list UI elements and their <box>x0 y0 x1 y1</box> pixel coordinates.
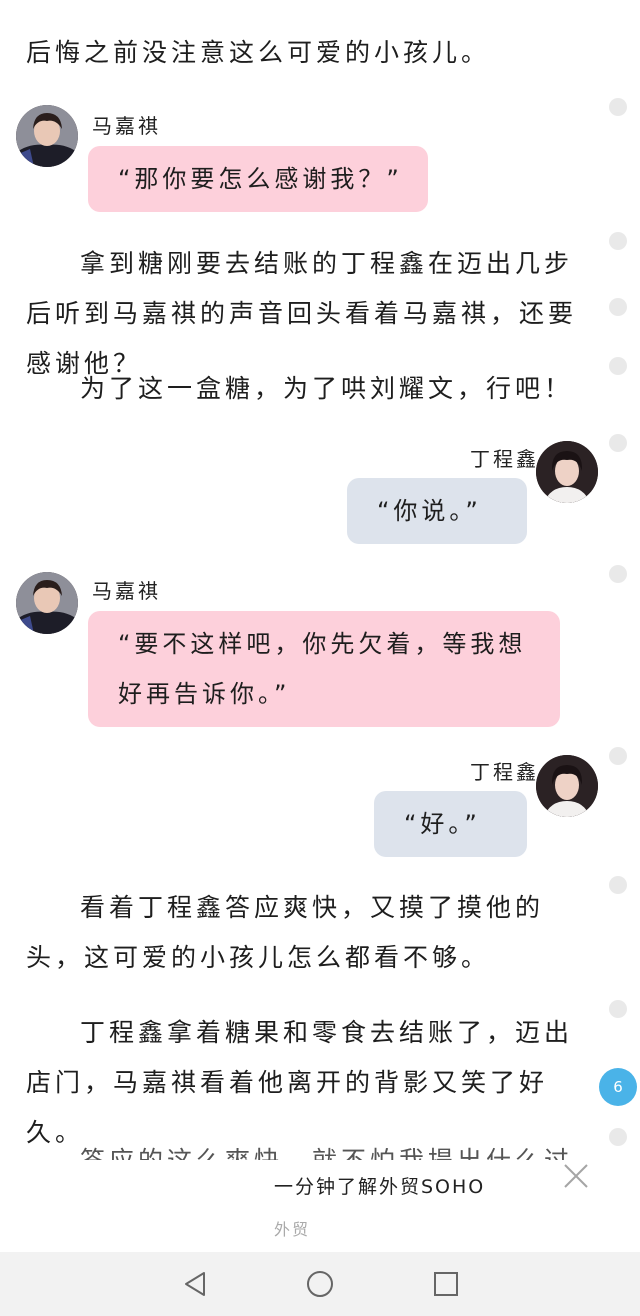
story-paragraph: 看着丁程鑫答应爽快，又摸了摸他的头，这可爱的小孩儿怎么都看不够。 <box>26 893 545 972</box>
chat-bubble-text: 好再告诉你。” <box>118 680 291 708</box>
paragraph-comment-dot[interactable] <box>609 876 627 894</box>
paragraph-comment-dot[interactable] <box>609 434 627 452</box>
sender-name: 丁程鑫 <box>470 760 539 784</box>
story-paragraph: 后悔之前没注意这么可爱的小孩儿。 <box>26 38 491 67</box>
recents-square-icon[interactable] <box>430 1268 462 1300</box>
chat-bubble-text: “好。” <box>404 810 481 838</box>
story-paragraph: 为了这一盒糖，为了哄刘耀文，行吧！ <box>80 374 574 403</box>
paragraph-comment-dot[interactable] <box>609 98 627 116</box>
ad-banner[interactable]: 一分钟了解外贸SOHO 外贸 <box>0 1160 640 1252</box>
paragraph-comment-dot[interactable] <box>609 565 627 583</box>
ad-tag: 外贸 <box>274 1220 311 1239</box>
paragraph-comment-dot[interactable] <box>609 747 627 765</box>
comment-count-badge[interactable]: 6 <box>599 1068 637 1106</box>
sender-name: 马嘉祺 <box>92 114 161 138</box>
paragraph-comment-dot[interactable] <box>609 232 627 250</box>
chat-bubble-text: “要不这样吧，你先欠着，等我想 <box>118 630 527 658</box>
chat-bubble-ding-chengxin: “你说。” <box>347 478 527 544</box>
system-navigation-bar <box>0 1252 640 1316</box>
avatar-ma-jiaqi[interactable] <box>16 105 78 167</box>
chat-bubble-ma-jiaqi: “那你要怎么感谢我？” <box>88 146 428 212</box>
paragraph-comment-dot[interactable] <box>609 1128 627 1146</box>
avatar-image <box>16 572 78 634</box>
avatar-ding-chengxin[interactable] <box>536 755 598 817</box>
chat-bubble-text: “那你要怎么感谢我？” <box>118 165 403 193</box>
paragraph-comment-dot[interactable] <box>609 357 627 375</box>
sender-name: 马嘉祺 <box>92 579 161 603</box>
sender-name: 丁程鑫 <box>470 447 539 471</box>
close-icon[interactable] <box>556 1156 596 1196</box>
chat-bubble-ma-jiaqi: “要不这样吧，你先欠着，等我想 好再告诉你。” <box>88 611 560 727</box>
paragraph-comment-dot[interactable] <box>609 298 627 316</box>
avatar-image <box>536 441 598 503</box>
back-triangle-icon[interactable] <box>180 1268 212 1300</box>
story-paragraph-partial: 答应的这么爽快，就不怕我提出什么过分的 <box>80 1146 574 1162</box>
paragraph-comment-dot[interactable] <box>609 1000 627 1018</box>
chat-bubble-text: “你说。” <box>377 497 482 525</box>
avatar-image <box>16 105 78 167</box>
avatar-ding-chengxin[interactable] <box>536 441 598 503</box>
home-circle-icon[interactable] <box>304 1268 336 1300</box>
chat-bubble-ding-chengxin: “好。” <box>374 791 527 857</box>
ad-title[interactable]: 一分钟了解外贸SOHO <box>274 1172 485 1199</box>
avatar-image <box>536 755 598 817</box>
avatar-ma-jiaqi[interactable] <box>16 572 78 634</box>
